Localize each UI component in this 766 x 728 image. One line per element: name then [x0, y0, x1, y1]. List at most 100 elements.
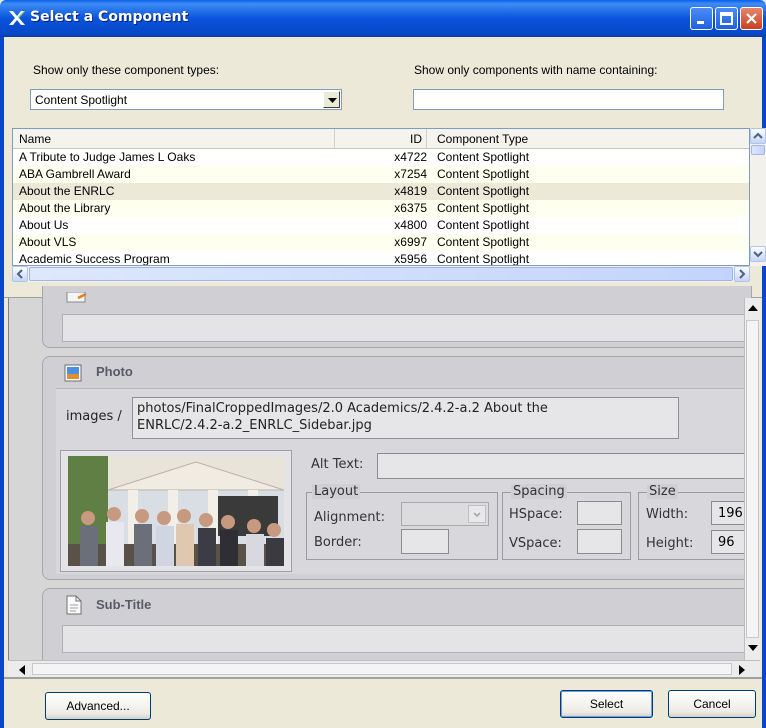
- height-value: 96: [718, 535, 735, 550]
- window-frame-left: [0, 37, 4, 728]
- list-row[interactable]: About the Library x6375 Content Spotlight: [13, 200, 749, 217]
- column-header-id[interactable]: ID: [335, 129, 427, 149]
- list-cell-type: Content Spotlight: [437, 150, 530, 164]
- list-cell-type: Content Spotlight: [437, 252, 530, 266]
- photo-section-title: Photo: [96, 364, 133, 379]
- chevron-down-icon: [753, 251, 763, 258]
- editor-scroll-thumb[interactable]: [746, 320, 759, 638]
- subtitle-section-title: Sub-Title: [96, 597, 152, 612]
- scroll-right-arrow-icon[interactable]: [738, 665, 746, 675]
- column-header-name[interactable]: Name: [13, 129, 335, 149]
- alt-text-input[interactable]: [377, 453, 752, 479]
- chevron-up-icon: [753, 132, 763, 139]
- hspace-label: HSpace:: [509, 507, 563, 522]
- scroll-left-button[interactable]: [12, 266, 28, 282]
- list-row[interactable]: About Us x4800 Content Spotlight: [13, 217, 749, 234]
- list-vertical-scrollbar[interactable]: [750, 128, 766, 266]
- document-icon: [66, 595, 82, 615]
- list-cell-name: About the ENRLC: [19, 184, 115, 198]
- component-type-select[interactable]: Content Spotlight: [30, 89, 342, 110]
- list-cell-id: x6997: [394, 235, 427, 249]
- list-cell-id: x4722: [394, 150, 427, 164]
- vspace-input[interactable]: [577, 529, 622, 554]
- width-value: 196: [718, 506, 743, 521]
- minimize-icon: [697, 21, 704, 24]
- list-cell-name: About the Library: [19, 201, 111, 215]
- alt-text-label: Alt Text:: [311, 457, 364, 472]
- image-path-line-1: photos/FinalCroppedImages/2.0 Academics/…: [137, 401, 548, 416]
- border-input[interactable]: [401, 529, 449, 554]
- scroll-up-arrow-icon[interactable]: [747, 304, 759, 312]
- chevron-down-icon: [328, 98, 337, 103]
- scroll-left-arrow-icon[interactable]: [18, 665, 26, 675]
- editor-hscroll-thumb[interactable]: [32, 663, 732, 675]
- edit-pencil-icon: [66, 292, 87, 303]
- select-button[interactable]: Select: [560, 690, 653, 718]
- scroll-down-arrow-icon[interactable]: [747, 644, 759, 652]
- title-bar[interactable]: Select a Component: [0, 0, 766, 37]
- dropdown-button[interactable]: [323, 91, 340, 108]
- list-cell-type: Content Spotlight: [437, 167, 530, 181]
- component-type-selected: Content Spotlight: [35, 93, 128, 107]
- list-cell-id: x6375: [394, 201, 427, 215]
- close-icon: [746, 13, 757, 24]
- image-path-field[interactable]: photos/FinalCroppedImages/2.0 Academics/…: [132, 397, 679, 439]
- list-row[interactable]: About VLS x6997 Content Spotlight: [13, 234, 749, 251]
- photo-thumbnail-frame: [60, 450, 292, 572]
- vspace-label: VSpace:: [509, 536, 562, 551]
- scroll-up-button[interactable]: [750, 128, 766, 144]
- list-cell-type: Content Spotlight: [437, 184, 530, 198]
- alignment-select[interactable]: [401, 502, 489, 526]
- height-label: Height:: [646, 536, 694, 551]
- advanced-button[interactable]: Advanced...: [45, 692, 151, 720]
- scroll-right-button[interactable]: [734, 266, 750, 282]
- cancel-button[interactable]: Cancel: [668, 690, 756, 718]
- list-cell-name: About VLS: [19, 235, 77, 249]
- chevron-right-icon: [739, 269, 746, 279]
- window-title: Select a Component: [30, 9, 189, 25]
- scroll-down-button[interactable]: [750, 246, 766, 262]
- close-button[interactable]: [740, 7, 763, 30]
- list-cell-id: x7254: [394, 167, 427, 181]
- list-row[interactable]: Academic Success Program x5956 Content Spo…: [13, 251, 749, 266]
- name-filter-input[interactable]: [413, 89, 724, 110]
- hspace-input[interactable]: [577, 501, 622, 525]
- chevron-down-icon: [473, 512, 481, 518]
- list-row[interactable]: About the ENRLC x4819 Content Spotlight: [13, 183, 749, 200]
- list-horizontal-scrollbar[interactable]: [12, 266, 750, 282]
- editor-horizontal-scrollbar[interactable]: [8, 660, 760, 677]
- list-row[interactable]: ABA Gambrell Award x7254 Content Spotlight: [13, 166, 749, 183]
- maximize-button[interactable]: [715, 7, 738, 30]
- scroll-corner: [750, 266, 762, 282]
- list-cell-id: x4800: [394, 218, 427, 232]
- images-prefix-label: images /: [66, 409, 122, 424]
- list-header: Name ID Component Type: [13, 129, 749, 149]
- list-cell-type: Content Spotlight: [437, 201, 530, 215]
- list-cell-name: A Tribute to Judge James L Oaks: [19, 150, 196, 164]
- image-path-line-2: ENRLC/2.4.2-a.2_ENRLC_Sidebar.jpg: [137, 418, 372, 433]
- list-row[interactable]: A Tribute to Judge James L Oaks x4722 Cont…: [13, 149, 749, 166]
- component-list[interactable]: Name ID Component Type A Tribute to Judg…: [12, 128, 750, 266]
- list-cell-name: ABA Gambrell Award: [19, 167, 131, 181]
- previous-section-field[interactable]: [62, 314, 752, 342]
- border-label: Border:: [314, 535, 362, 550]
- chevron-left-icon: [16, 269, 23, 279]
- photo-icon: [64, 364, 82, 382]
- list-cell-name: Academic Success Program: [19, 252, 170, 266]
- column-header-type[interactable]: Component Type: [427, 129, 749, 149]
- subtitle-input[interactable]: [62, 625, 752, 653]
- list-hscroll-thumb[interactable]: [29, 267, 733, 281]
- list-cell-id: x4819: [394, 184, 427, 198]
- list-cell-type: Content Spotlight: [437, 218, 530, 232]
- list-cell-name: About Us: [19, 218, 69, 232]
- alignment-label: Alignment:: [314, 510, 385, 525]
- minimize-button[interactable]: [690, 7, 713, 30]
- maximize-icon: [720, 12, 733, 25]
- photo-thumbnail[interactable]: [68, 456, 284, 566]
- width-label: Width:: [646, 507, 689, 522]
- alignment-dropdown-button[interactable]: [468, 505, 486, 523]
- editor-vertical-scrollbar[interactable]: [744, 298, 760, 660]
- list-cell-type: Content Spotlight: [437, 235, 530, 249]
- list-scroll-thumb[interactable]: [751, 145, 765, 155]
- app-x-icon: [9, 11, 25, 25]
